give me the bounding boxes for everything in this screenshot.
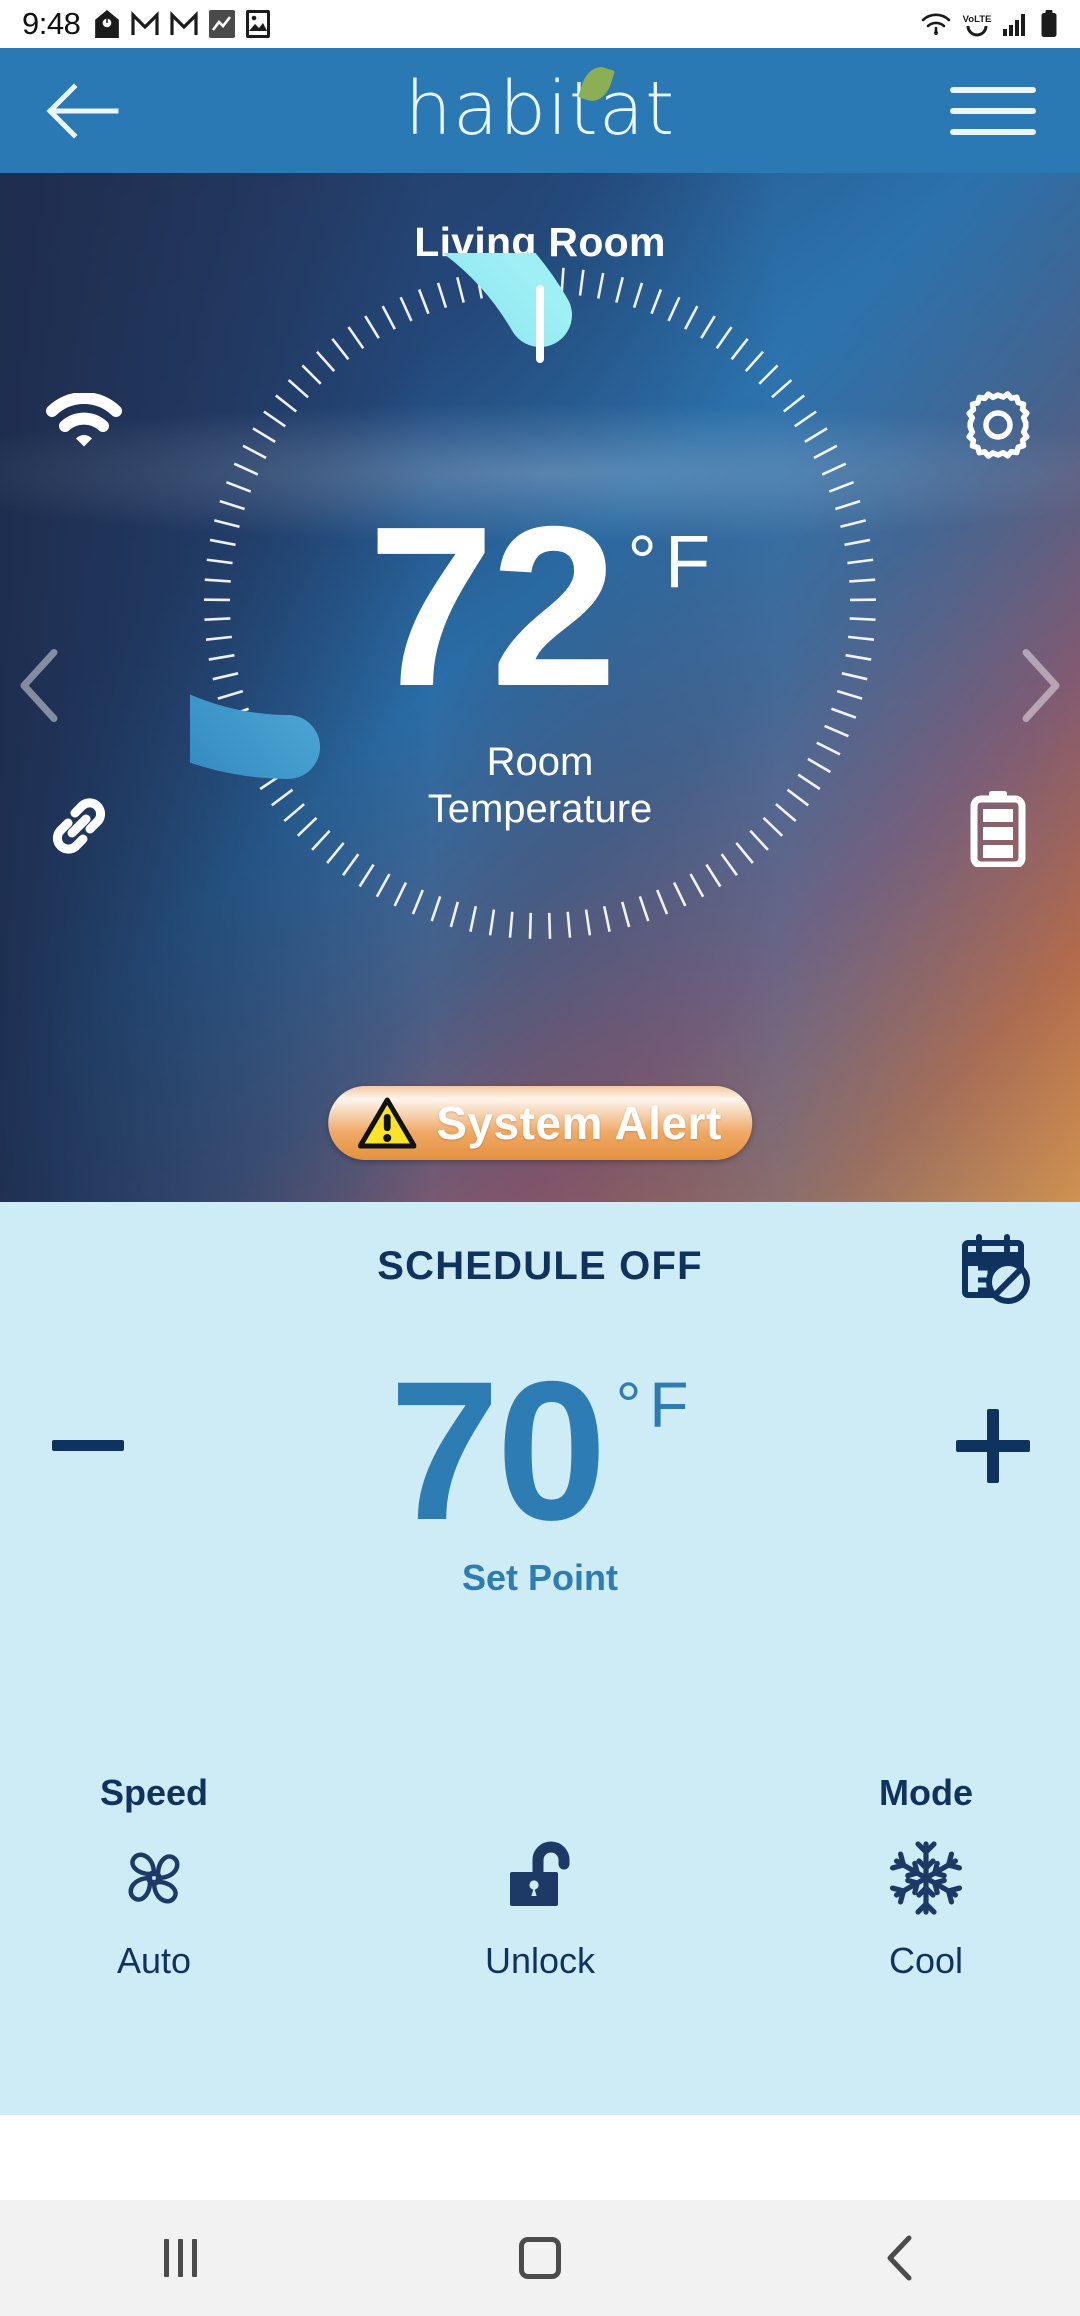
menu-button[interactable]	[950, 76, 1036, 146]
temperature-sublabel-line2: Temperature	[427, 786, 653, 831]
signal-icon	[1003, 14, 1025, 36]
setpoint-value: 70	[389, 1340, 607, 1561]
wifi-icon	[921, 13, 951, 35]
recents-button[interactable]	[120, 2218, 240, 2298]
gallery-icon	[246, 10, 271, 38]
status-bar-clock: 9:48	[22, 6, 81, 41]
wifi-status-button[interactable]	[46, 392, 122, 456]
thermostat-control-panel: SCHEDULE OFF 70 °F Set Point Speed Auto …	[0, 1202, 1080, 2115]
previous-device-button[interactable]	[14, 646, 66, 729]
link-icon	[52, 798, 106, 854]
setpoint-zone: 70 °F Set Point	[0, 1340, 1080, 1617]
home-icon	[519, 2237, 561, 2279]
leaf-icon	[578, 62, 615, 105]
unlock-icon	[510, 1841, 570, 1906]
snowflake-icon	[889, 1841, 963, 1915]
warning-triangle-icon	[358, 1097, 417, 1149]
unit-letter: F	[649, 1369, 691, 1441]
system-alert-label: System Alert	[436, 1097, 722, 1149]
gmail-icon	[131, 11, 159, 35]
app-logo-text: habitat	[404, 65, 676, 152]
fan-icon-wrap	[111, 1832, 197, 1924]
current-temperature-unit: ° F	[627, 525, 712, 599]
dial-needle[interactable]	[536, 285, 544, 363]
temperature-sublabel-line1: Room	[486, 739, 594, 784]
volte-icon: VoLTE	[963, 14, 992, 37]
fan-speed-control[interactable]: Speed Auto	[34, 1772, 274, 1982]
thermostat-hero-section: Living Room 72 ° F Room Temperature Syst…	[0, 173, 1080, 1202]
schedule-toggle-button[interactable]	[956, 1230, 1032, 1311]
wifi-icon	[46, 392, 122, 447]
mode-title: Mode	[879, 1772, 973, 1813]
mode-control[interactable]: Mode Cool	[806, 1772, 1046, 1982]
back-arrow-icon	[46, 82, 119, 139]
status-bar-system-icons: VoLTE	[920, 10, 1058, 38]
app-header-bar: habitat	[0, 48, 1080, 173]
hamburger-line	[950, 86, 1036, 93]
battery-icon	[970, 791, 1026, 869]
gear-icon	[966, 391, 1030, 459]
schedule-status-label: SCHEDULE OFF	[377, 1244, 703, 1288]
status-bar-notification-icons	[94, 10, 271, 38]
schedule-row: SCHEDULE OFF	[0, 1234, 1080, 1304]
mode-value: Cool	[888, 1940, 964, 1981]
degree-symbol: °	[627, 520, 659, 603]
back-button[interactable]	[44, 72, 122, 150]
unit-letter: F	[665, 520, 713, 603]
hamburger-line	[950, 128, 1036, 135]
android-navigation-bar	[0, 2200, 1080, 2316]
chevron-left-icon	[20, 648, 58, 722]
stocks-icon	[209, 10, 236, 38]
fan-speed-value: Auto	[116, 1940, 192, 1981]
calendar-off-icon	[962, 1234, 1030, 1304]
degree-symbol: °	[615, 1369, 644, 1441]
back-button-nav[interactable]	[840, 2218, 960, 2298]
home-button[interactable]	[480, 2218, 600, 2298]
system-status-bar: 9:48 VoLTE	[0, 0, 1080, 48]
gmail-icon	[170, 11, 198, 35]
fan-speed-title: Speed	[99, 1772, 209, 1813]
setpoint-label: Set Point	[461, 1557, 618, 1599]
unlock-icon-wrap	[498, 1832, 582, 1924]
hamburger-line	[950, 107, 1036, 114]
setpoint-display[interactable]: 70 °F Set Point	[0, 1340, 1080, 1599]
home-alarm-icon	[95, 10, 120, 38]
fan-icon	[128, 1852, 180, 1904]
link-status-button[interactable]	[46, 793, 112, 864]
lock-state-label: Unlock	[484, 1940, 596, 1981]
back-icon	[887, 2235, 912, 2281]
current-temperature-value: 72	[367, 480, 618, 734]
app-logo: habitat	[0, 48, 1080, 173]
lock-control[interactable]: Unlock	[420, 1818, 660, 1982]
setpoint-unit: °F	[616, 1373, 691, 1437]
chevron-right-icon	[1022, 648, 1060, 722]
system-alert-button[interactable]: System Alert	[328, 1086, 752, 1160]
recents-icon	[163, 2239, 197, 2277]
control-buttons-row: Speed Auto Unlock Mode Cool	[0, 1772, 1080, 1982]
next-device-button[interactable]	[1014, 646, 1066, 729]
settings-button[interactable]	[962, 389, 1034, 466]
battery-icon	[1041, 10, 1057, 37]
current-temperature-display: 72 ° F Room Temperature	[0, 480, 1080, 833]
battery-status-button[interactable]	[968, 791, 1028, 872]
snowflake-icon-wrap	[886, 1832, 966, 1924]
svg-text:VoLTE: VoLTE	[963, 14, 992, 25]
